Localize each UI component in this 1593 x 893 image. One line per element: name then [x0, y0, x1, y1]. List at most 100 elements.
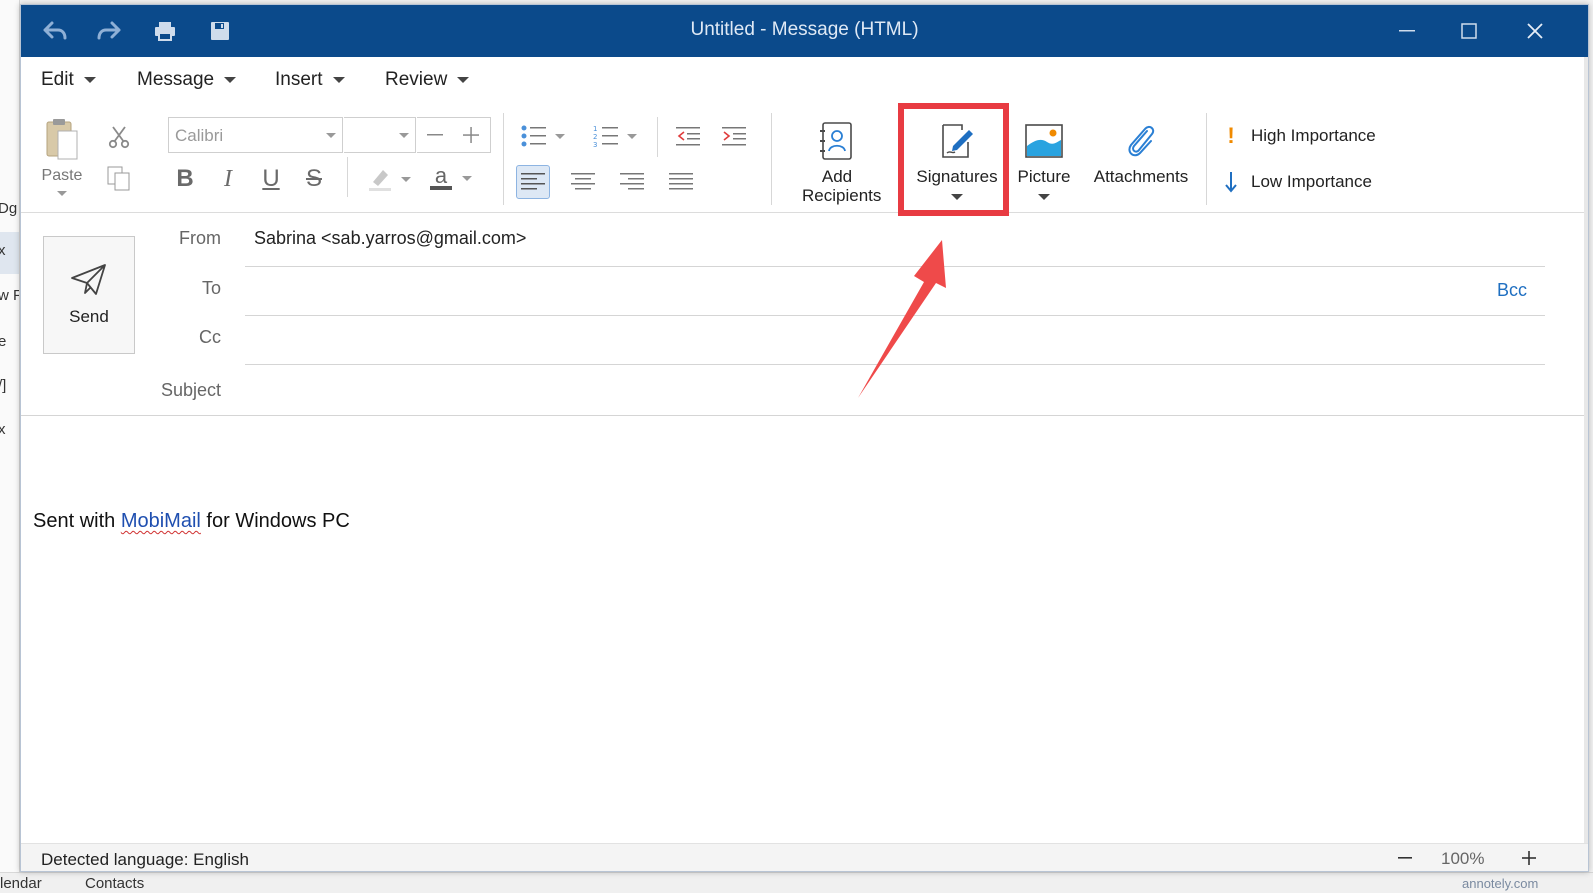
menu-insert[interactable]: Insert [275, 69, 345, 91]
picture-icon [1025, 115, 1063, 167]
menu-insert-label: Insert [275, 69, 323, 90]
separator [657, 117, 658, 157]
decrease-font-button[interactable] [421, 122, 449, 148]
background-calendar-tab[interactable]: lendar [0, 875, 42, 892]
align-justify-icon [669, 173, 693, 190]
picture-button[interactable]: Picture [1011, 115, 1077, 200]
menu-bar: Edit Message Insert Review [21, 57, 1588, 105]
align-center-button[interactable] [566, 165, 600, 199]
address-book-icon [820, 115, 854, 167]
bold-label: B [176, 165, 194, 192]
minus-icon [427, 134, 443, 136]
background-contacts-tab[interactable]: Contacts [85, 875, 144, 892]
maximize-button[interactable] [1449, 13, 1489, 49]
svg-text:3: 3 [593, 141, 597, 148]
attachments-button[interactable]: Attachments [1089, 115, 1193, 186]
vertical-scrollbar[interactable] [1584, 57, 1588, 843]
align-right-icon [620, 173, 644, 190]
decrease-indent-button[interactable] [673, 121, 705, 151]
menu-edit[interactable]: Edit [41, 69, 96, 91]
zoom-out-button[interactable] [1393, 846, 1417, 870]
message-body[interactable]: Sent with MobiMail for Windows PC [33, 510, 350, 533]
to-label: To [201, 278, 221, 298]
bold-button[interactable]: B [171, 163, 199, 195]
chevron-down-icon [399, 133, 409, 138]
to-input[interactable] [247, 271, 1487, 311]
exclamation-icon: ! [1227, 123, 1235, 148]
numbered-list-button[interactable]: 123 [589, 121, 641, 151]
watermark-text: annotely.com [1462, 876, 1539, 891]
strikethrough-label: S [305, 165, 322, 192]
underline-label: U [262, 165, 280, 192]
copy-button[interactable] [105, 165, 133, 193]
chevron-down-icon [332, 77, 345, 83]
font-size-stepper [417, 117, 491, 153]
plus-icon [1522, 851, 1536, 865]
cc-input[interactable] [247, 320, 1487, 360]
menu-edit-label: Edit [41, 69, 74, 90]
zoom-in-button[interactable] [1517, 846, 1541, 870]
signature-suffix: for Windows PC [200, 510, 350, 532]
menu-review-label: Review [385, 69, 448, 90]
chevron-down-icon [401, 176, 411, 182]
font-size-select[interactable] [344, 117, 416, 153]
justify-button[interactable] [664, 165, 698, 199]
separator [347, 157, 348, 197]
menu-review[interactable]: Review [385, 69, 470, 91]
strikethrough-button[interactable]: S [300, 163, 328, 195]
picture-label: Picture [1017, 167, 1071, 186]
from-value[interactable]: Sabrina <sab.yarros@gmail.com> [254, 228, 526, 249]
status-bar: Detected language: English 100% [21, 843, 1588, 871]
separator [771, 113, 772, 205]
increase-indent-button[interactable] [719, 121, 751, 151]
from-label: From [179, 228, 221, 248]
paperclip-icon [1124, 115, 1158, 167]
subject-input[interactable] [247, 371, 1487, 411]
separator [503, 113, 504, 205]
bcc-link[interactable]: Bcc [1497, 280, 1527, 301]
menu-message-label: Message [137, 69, 215, 90]
window-title: Untitled - Message (HTML) [690, 19, 919, 40]
signatures-highlight-box [898, 103, 1009, 216]
align-right-button[interactable] [615, 165, 649, 199]
align-center-icon [571, 173, 595, 190]
send-button[interactable]: Send [43, 236, 135, 354]
plus-icon [463, 127, 479, 143]
cut-button[interactable] [105, 123, 133, 151]
background-fragment: x [0, 421, 6, 438]
add-recipients-button[interactable]: Add Recipients [793, 115, 881, 205]
chevron-down-icon [462, 175, 472, 181]
paper-plane-icon [71, 264, 106, 295]
numbered-list-icon: 123 [593, 125, 618, 148]
chevron-down-icon [326, 133, 336, 138]
chevron-down-icon [57, 190, 67, 196]
background-fragment: /] [0, 377, 7, 394]
font-color-button[interactable]: a [425, 161, 477, 195]
minus-icon [1398, 857, 1412, 859]
background-fragment: e [0, 333, 6, 350]
send-label: Send [69, 307, 109, 326]
increase-font-button[interactable] [457, 122, 485, 148]
high-importance-button[interactable]: ! High Importance [1225, 123, 1375, 149]
chevron-down-icon [627, 133, 637, 139]
background-fragment: Dg [0, 200, 18, 217]
chevron-down-icon [83, 77, 96, 83]
bullet-list-button[interactable] [517, 121, 569, 151]
chevron-down-icon [1038, 194, 1050, 200]
font-family-select[interactable]: Calibri [168, 117, 343, 153]
highlight-color-button[interactable] [363, 163, 415, 195]
align-left-button[interactable] [516, 165, 550, 199]
close-button[interactable] [1515, 13, 1555, 49]
menu-message[interactable]: Message [137, 69, 237, 91]
low-importance-button[interactable]: Low Importance [1225, 171, 1372, 193]
highlighter-icon [369, 170, 391, 191]
bulleted-list-icon [521, 125, 546, 147]
subject-label: Subject [160, 380, 221, 400]
underline-button[interactable]: U [257, 163, 285, 195]
minimize-button[interactable] [1387, 13, 1427, 49]
background-sidebar: Dg x w F e /] x [0, 0, 20, 893]
italic-button[interactable]: I [214, 163, 242, 195]
svg-text:2: 2 [593, 133, 597, 141]
paste-button[interactable]: Paste [39, 113, 85, 199]
mobimail-link[interactable]: MobiMail [121, 510, 201, 532]
